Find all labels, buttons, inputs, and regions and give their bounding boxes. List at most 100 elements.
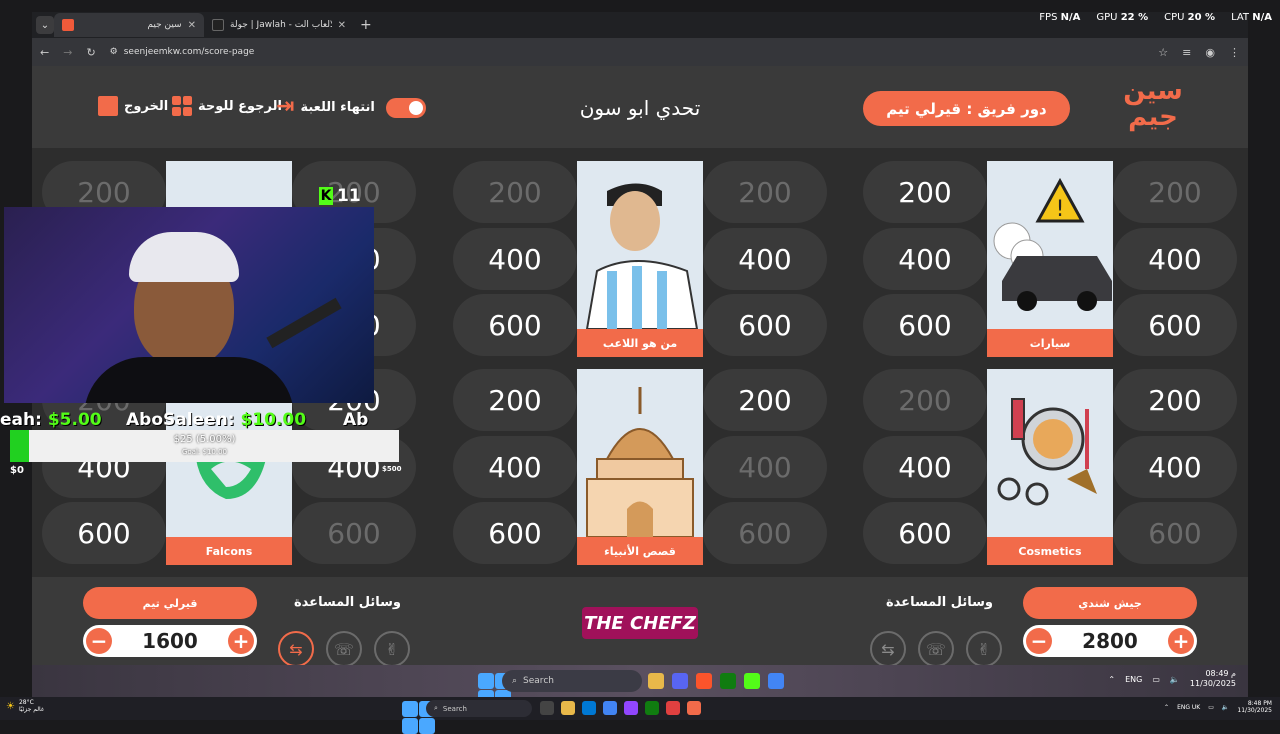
points-button[interactable]: 400 [703, 228, 827, 290]
discord-icon[interactable] [672, 673, 688, 689]
reading-list-icon[interactable]: ≡ [1182, 46, 1191, 59]
chrome-icon[interactable] [768, 673, 784, 689]
decrease-score-button[interactable]: − [86, 628, 112, 654]
points-button[interactable]: 600 [292, 502, 416, 564]
weather-widget[interactable]: ☀ 28°C غالم جزئيًا [6, 699, 44, 713]
donation-goal-bar: $25 (5.00%) Goal: $10.00 [10, 430, 399, 462]
points-button[interactable]: 600 [863, 502, 987, 564]
chevron-up-icon[interactable]: ⌃ [1108, 675, 1115, 684]
points-button[interactable]: 200 [863, 161, 987, 223]
task-view-icon[interactable] [540, 701, 554, 715]
outer-start-button[interactable] [402, 701, 435, 734]
end-game-button[interactable]: ⇥ انتهاء اللعبة [276, 96, 375, 118]
football-player-illustration [585, 183, 699, 329]
inner-clock[interactable]: 08:49 م 11/30/2025 [1190, 669, 1236, 689]
points-button[interactable]: 200 [703, 161, 827, 223]
points-button[interactable]: 400 [703, 436, 827, 498]
chevron-up-icon[interactable]: ⌃ [1164, 704, 1169, 711]
performance-overlay: FPS N/A GPU 22 % CPU 20 % LAT N/A [1039, 12, 1272, 23]
category-prophets-stories: 200 400 600 قصص الأنبياء 200 400 600 [453, 369, 827, 565]
two-answers-icon[interactable]: ✌ [966, 631, 1002, 665]
points-button[interactable]: 200 [453, 369, 577, 431]
back-icon[interactable]: ← [40, 46, 49, 59]
close-tab-icon[interactable]: ✕ [338, 20, 346, 31]
increase-score-button[interactable]: + [227, 628, 254, 654]
swap-question-icon[interactable]: ⇆ [870, 631, 906, 665]
tab-search-button[interactable]: ⌄ [36, 16, 54, 34]
network-icon[interactable]: ▭ [1208, 704, 1214, 711]
points-button[interactable]: 200 [453, 161, 577, 223]
site-info-icon[interactable]: ⚙ [110, 47, 118, 57]
aids-label: وسائل المساعدة [886, 595, 993, 610]
app-icon[interactable] [624, 701, 638, 715]
inner-start-button[interactable] [478, 673, 511, 706]
points-button[interactable]: 600 [863, 294, 987, 356]
brave-icon[interactable] [696, 673, 712, 689]
exit-button[interactable]: الخروج [98, 96, 168, 116]
gpu-stat: GPU 22 % [1096, 12, 1149, 23]
inner-search-box[interactable]: ⌕ Search [502, 670, 642, 692]
points-button[interactable]: 200 [1113, 369, 1237, 431]
two-answers-icon[interactable]: ✌ [374, 631, 410, 665]
points-button[interactable]: 600 [1113, 294, 1237, 356]
points-button[interactable]: 400 [453, 228, 577, 290]
phone-friend-icon[interactable]: ☏ [918, 631, 954, 665]
back-to-board-button[interactable]: الرجوع للوحة [172, 96, 282, 116]
kick-app-icon[interactable] [744, 673, 760, 689]
file-explorer-icon[interactable] [648, 673, 664, 689]
volume-icon[interactable]: 🔈 [1170, 675, 1180, 684]
points-button[interactable]: 600 [1113, 502, 1237, 564]
bookmark-star-icon[interactable]: ☆ [1158, 46, 1168, 59]
app-icon[interactable] [666, 701, 680, 715]
category-card: Cosmetics [987, 369, 1113, 565]
points-button[interactable]: 600 [453, 294, 577, 356]
menu-kebab-icon[interactable]: ⋮ [1229, 46, 1240, 59]
chrome-icon[interactable] [603, 701, 617, 715]
cosmetics-illustration [997, 398, 1097, 506]
app-icon[interactable] [687, 701, 701, 715]
volume-icon[interactable]: 🔈 [1222, 704, 1229, 711]
points-button[interactable]: 600 [703, 502, 827, 564]
url-field[interactable]: ⚙ seenjeemkw.com/score-page [110, 47, 1145, 57]
phone-friend-icon[interactable]: ☏ [326, 631, 362, 665]
seenjeem-favicon-icon [62, 19, 74, 31]
windows-icon [402, 701, 435, 734]
points-button[interactable]: 200 [863, 369, 987, 431]
points-button[interactable]: 600 [453, 502, 577, 564]
new-tab-icon[interactable]: + [360, 17, 372, 33]
tab-jawlah[interactable]: جولة | Jawlah - منصة الألعاب الت... ✕ [204, 13, 354, 37]
xbox-icon[interactable] [645, 701, 659, 715]
points-button[interactable]: 400 [863, 436, 987, 498]
outer-pinned-apps [540, 701, 701, 715]
outer-taskbar: ☀ 28°C غالم جزئيًا ⌕ Search ⌃ ENG UK ▭ 🔈 … [0, 697, 1280, 734]
goal-min: $0 [10, 465, 24, 476]
points-button[interactable]: 400 [863, 228, 987, 290]
edge-icon[interactable] [582, 701, 596, 715]
outer-search-box[interactable]: ⌕ Search [426, 700, 532, 717]
reload-icon[interactable]: ↻ [86, 46, 95, 59]
swap-question-icon[interactable]: ⇆ [278, 631, 314, 665]
points-button[interactable]: 400 [1113, 228, 1237, 290]
file-explorer-icon[interactable] [561, 701, 575, 715]
grid-icon [172, 96, 192, 116]
forward-icon[interactable]: → [63, 46, 72, 59]
points-button[interactable]: 400 [453, 436, 577, 498]
donation-ticker-2: AboSaleen: $10.00 [126, 410, 307, 430]
points-button[interactable]: 200 [703, 369, 827, 431]
profile-icon[interactable]: ◉ [1205, 46, 1215, 59]
arrow-right-icon: ⇥ [276, 94, 295, 119]
points-button[interactable]: 600 [703, 294, 827, 356]
category-card: ! سيارات [987, 161, 1113, 357]
tab-seenjeem[interactable]: سين جيم ✕ [54, 13, 204, 37]
decrease-score-button[interactable]: − [1026, 628, 1052, 654]
points-button[interactable]: 400 [1113, 436, 1237, 498]
points-button[interactable]: 600 [42, 502, 166, 564]
increase-score-button[interactable]: + [1167, 628, 1194, 654]
timer-toggle[interactable] [386, 98, 426, 118]
xbox-icon[interactable] [720, 673, 736, 689]
seenjeem-logo: سين جيم [1123, 76, 1183, 132]
outer-clock[interactable]: 8:48 PM 11/30/2025 [1237, 700, 1272, 714]
close-tab-icon[interactable]: ✕ [188, 20, 196, 31]
network-icon[interactable]: ▭ [1152, 675, 1160, 684]
points-button[interactable]: 200 [1113, 161, 1237, 223]
